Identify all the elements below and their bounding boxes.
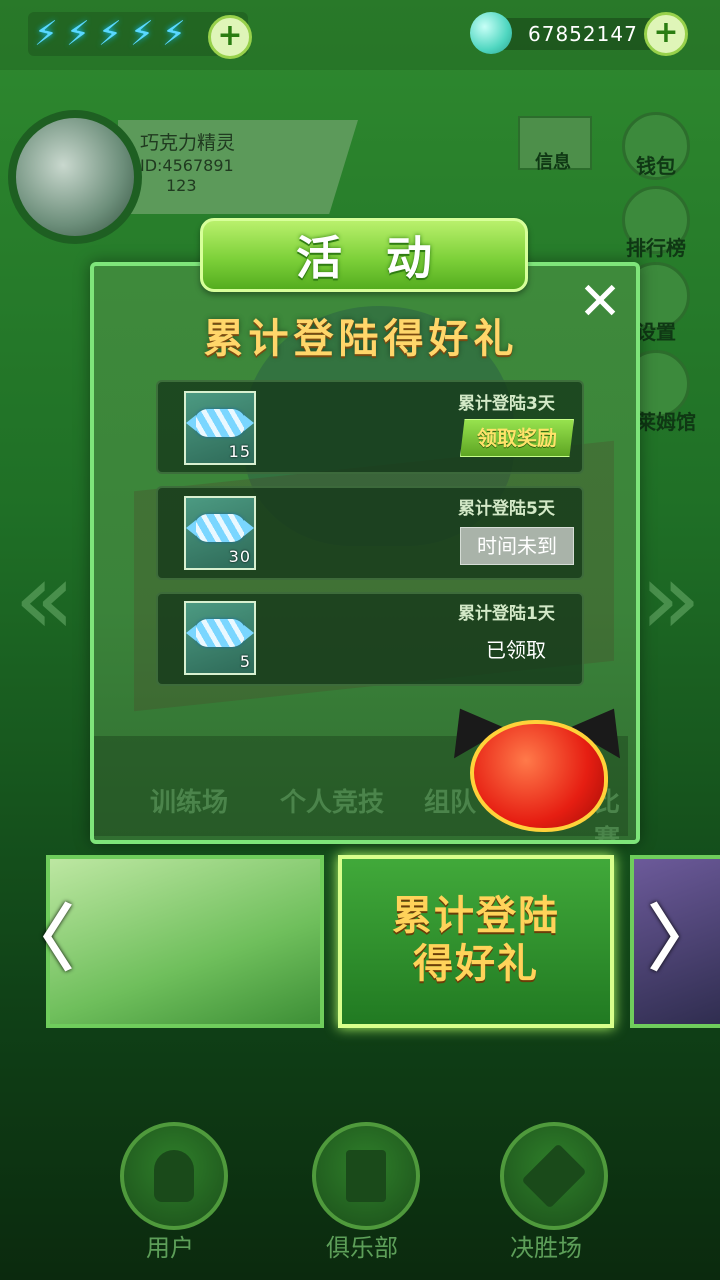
bg-strip-label: 个人竞技 — [280, 788, 385, 818]
lightning-icon: ⚡ — [162, 14, 186, 54]
carousel-prev-button[interactable]: 〈 — [2, 880, 74, 985]
club-nav-label: 俱乐部 — [326, 1234, 398, 1262]
candy-icon — [186, 514, 254, 542]
avatar[interactable] — [8, 110, 142, 244]
add-energy-button[interactable]: + — [208, 15, 252, 59]
banner-title: 累计登陆 得好礼 — [338, 892, 614, 988]
add-coin-button[interactable]: + — [644, 12, 688, 56]
modal-subtitle: 累计登陆得好礼 — [203, 316, 519, 362]
reward-icon: 5 — [184, 601, 256, 675]
reward-condition: 累计登陆5天 — [458, 499, 555, 519]
bg-strip-label: 训练场 — [150, 788, 229, 818]
sword-icon — [521, 1143, 587, 1209]
reward-condition: 累计登陆3天 — [458, 394, 555, 414]
battle-nav-label: 决胜场 — [510, 1234, 582, 1262]
carousel-next-button[interactable]: 〉 — [648, 880, 720, 985]
ranking-label: 排行榜 — [626, 236, 686, 260]
not-yet-button[interactable]: 时间未到 — [460, 527, 574, 565]
lightning-icon: ⚡ — [66, 14, 90, 54]
profile-name: 巧克力精灵 — [140, 132, 236, 154]
profile-level: 123 — [166, 176, 197, 195]
bg-strip-label: 组队 — [424, 788, 477, 818]
banner-title-line1: 累计登陆 — [392, 893, 560, 939]
chevron-right-icon: » — [640, 540, 702, 657]
slime-coin-icon — [470, 12, 512, 54]
reward-icon: 15 — [184, 391, 256, 465]
banner-jump-game[interactable] — [46, 855, 324, 1028]
profile-id: ID:4567891 — [140, 156, 234, 175]
reward-count: 5 — [239, 652, 251, 671]
reward-condition: 累计登陆1天 — [458, 604, 555, 624]
user-nav-label: 用户 — [146, 1234, 194, 1262]
building-icon — [346, 1150, 386, 1202]
lightning-icon: ⚡ — [98, 14, 122, 54]
banner-title-line2: 得好礼 — [413, 941, 539, 987]
reward-count: 30 — [228, 547, 251, 566]
candy-icon — [186, 619, 254, 647]
claim-reward-button[interactable]: 领取奖励 — [460, 419, 574, 457]
chevron-left-icon: « — [14, 540, 76, 657]
user-icon — [154, 1150, 194, 1202]
user-nav-button[interactable] — [120, 1122, 228, 1230]
reward-count: 15 — [228, 442, 251, 461]
claimed-status: 已领取 — [486, 638, 546, 662]
battle-nav-button[interactable] — [500, 1122, 608, 1230]
lightning-icon: ⚡ — [34, 14, 58, 54]
club-nav-button[interactable] — [312, 1122, 420, 1230]
lightning-icon: ⚡ — [130, 14, 154, 54]
mail-label: 信息 — [535, 152, 571, 173]
coin-amount: 67852147 — [528, 22, 638, 46]
reward-icon: 30 — [184, 496, 256, 570]
candy-icon — [186, 409, 254, 437]
modal-title: 活动 — [296, 231, 476, 285]
wallet-label: 钱包 — [636, 154, 676, 178]
